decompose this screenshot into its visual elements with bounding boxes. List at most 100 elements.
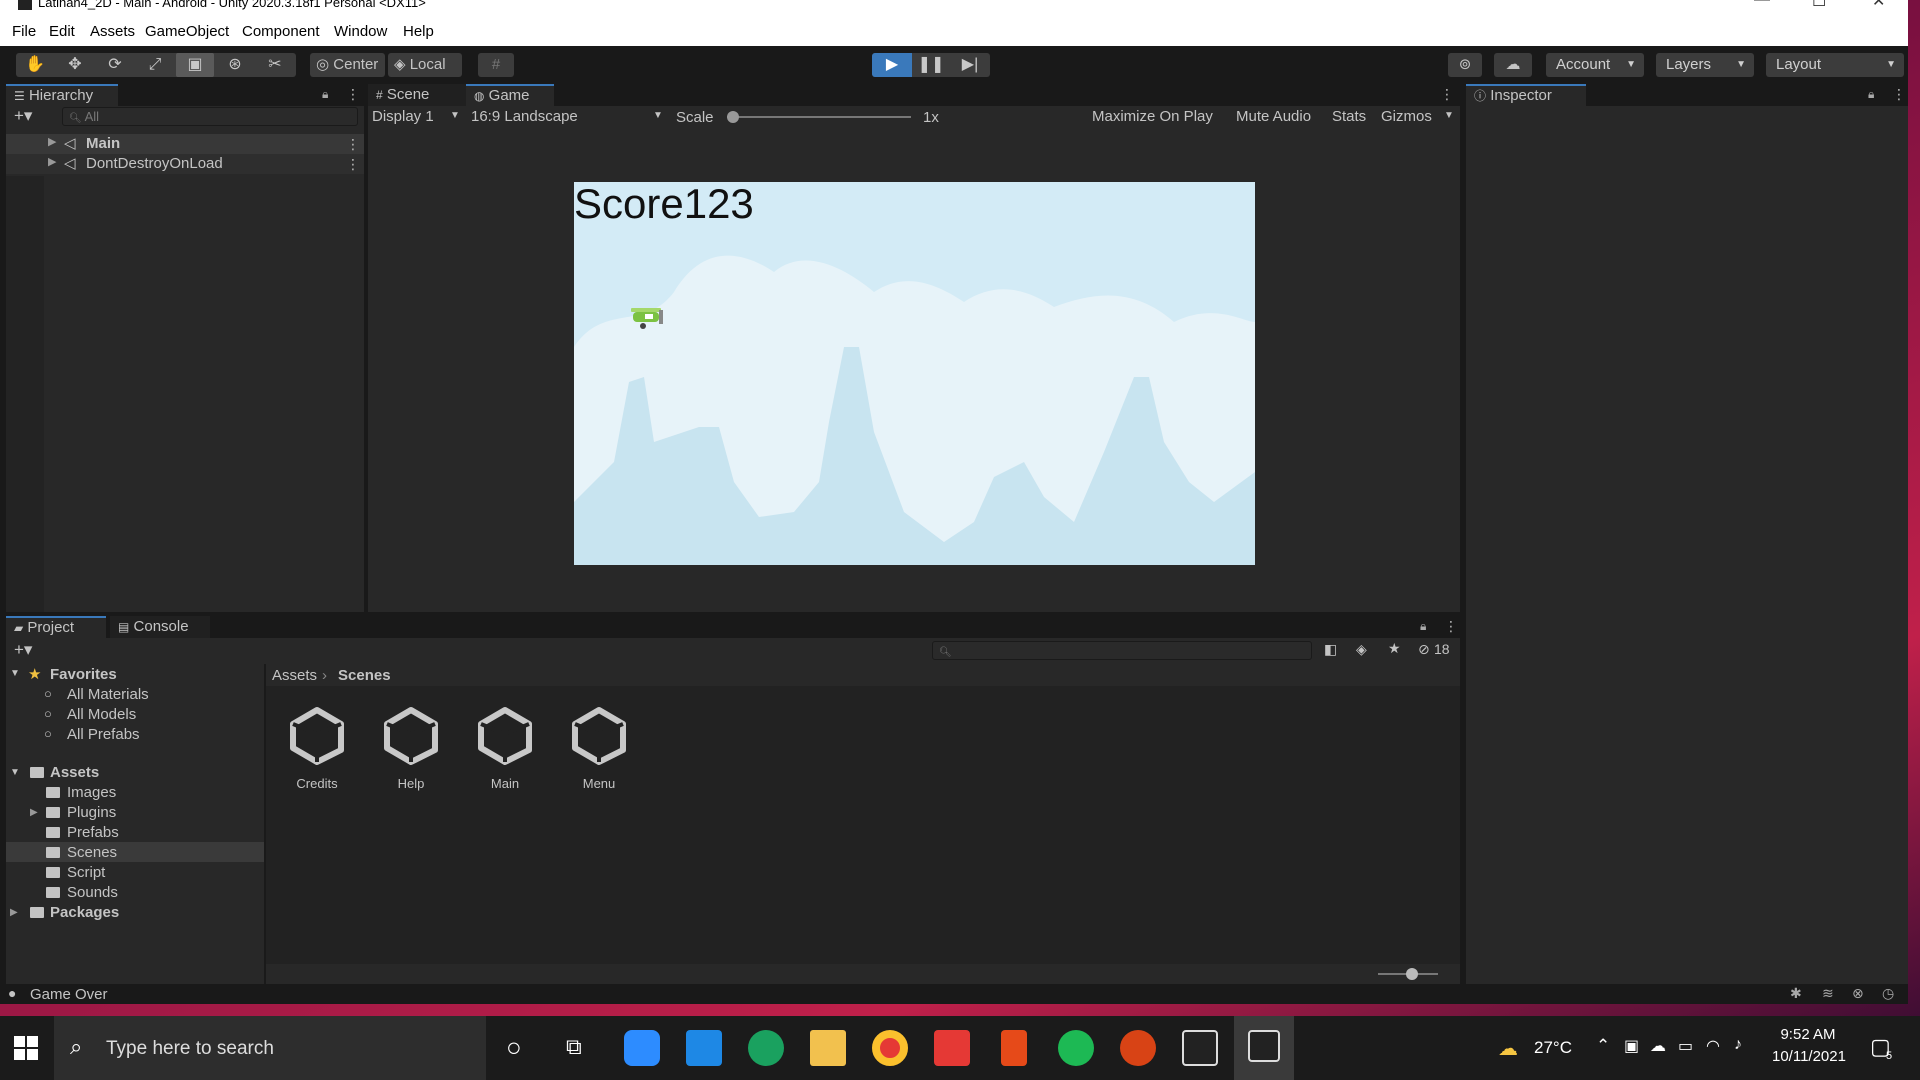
move-tool-icon[interactable]: ✥ <box>56 53 94 77</box>
folder-script[interactable]: Script <box>67 864 105 881</box>
lock-icon[interactable]: 🔒︎ <box>322 87 328 102</box>
cortana-icon[interactable]: ○ <box>506 1032 522 1063</box>
chrome-profile-icon[interactable] <box>1120 1030 1156 1066</box>
bug-icon[interactable]: ✱ <box>1790 985 1802 1002</box>
wifi-icon[interactable]: ◠ <box>1706 1036 1720 1056</box>
favorite-all-prefabs[interactable]: All Prefabs <box>67 726 140 743</box>
collab-icon[interactable]: ⊚ <box>1448 53 1482 77</box>
custom-tool-icon[interactable]: ✂ <box>256 53 294 77</box>
tab-hierarchy[interactable]: ☰ Hierarchy <box>6 84 118 106</box>
file-explorer-icon[interactable] <box>810 1030 846 1066</box>
layout-dropdown[interactable]: Layout ▼ <box>1766 53 1904 77</box>
scene-asset-credits[interactable]: Credits <box>286 704 348 794</box>
space-local-button[interactable]: ◈ Local <box>388 53 462 77</box>
more-options-icon[interactable]: ⋮ <box>346 156 360 173</box>
chevron-up-icon[interactable]: ⌃ <box>1596 1036 1610 1056</box>
icon-size-slider-handle[interactable] <box>1406 968 1418 980</box>
pause-button-icon[interactable]: ❚❚ <box>912 53 950 77</box>
hidden-eye-icon[interactable]: ⊘ <box>1418 641 1430 658</box>
expand-arrow-icon[interactable]: ▶ <box>48 135 56 148</box>
scene-asset-help[interactable]: Help <box>380 704 442 794</box>
cache-icon[interactable]: ⊗ <box>1852 985 1864 1002</box>
meet-icon[interactable]: ▣ <box>1624 1036 1639 1056</box>
project-search-input[interactable]: 🔍︎ <box>932 641 1312 660</box>
maximize-on-play-toggle[interactable]: Maximize On Play <box>1092 108 1213 125</box>
scene-asset-main[interactable]: Main <box>474 704 536 794</box>
chrome-icon[interactable] <box>872 1030 908 1066</box>
folder-sounds[interactable]: Sounds <box>67 884 118 901</box>
gizmos-toggle[interactable]: Gizmos <box>1381 108 1432 125</box>
scale-slider-handle[interactable] <box>727 111 739 123</box>
battery-icon[interactable]: ▭ <box>1678 1036 1693 1056</box>
status-message[interactable]: Game Over <box>30 986 108 1003</box>
folder-scenes[interactable]: Scenes <box>67 844 117 861</box>
hierarchy-search-input[interactable]: 🔍︎ All <box>62 107 358 126</box>
more-options-icon[interactable]: ⋮ <box>346 86 360 103</box>
packages-root[interactable]: Packages <box>50 904 119 921</box>
office-icon[interactable] <box>1001 1030 1027 1066</box>
tab-scene[interactable]: # Scene <box>368 84 466 106</box>
add-icon[interactable]: +▾ <box>14 640 32 660</box>
breadcrumb-assets[interactable]: Assets <box>272 667 317 684</box>
favorites-header[interactable]: Favorites <box>50 666 117 683</box>
star-icon[interactable]: ★ <box>1388 640 1401 657</box>
minimize-icon[interactable]: — <box>1754 0 1770 9</box>
assets-root[interactable]: Assets <box>50 764 99 781</box>
pivot-center-button[interactable]: ◎ Center <box>310 53 385 77</box>
windows-start-icon[interactable] <box>14 1036 38 1060</box>
onedrive-icon[interactable]: ☁ <box>1650 1036 1666 1056</box>
more-options-icon[interactable]: ⋮ <box>1440 86 1454 103</box>
tab-game[interactable]: ◍ Game <box>466 84 554 106</box>
game-viewport[interactable]: Score123 <box>574 182 1255 565</box>
menu-gameobject[interactable]: GameObject <box>145 23 229 40</box>
expand-arrow-icon[interactable]: ▼ <box>10 767 20 778</box>
unity-hub-icon[interactable] <box>1182 1030 1218 1066</box>
folder-plugins[interactable]: Plugins <box>67 804 116 821</box>
edge-icon[interactable] <box>748 1030 784 1066</box>
play-button-icon[interactable]: ▶ <box>872 53 912 77</box>
menu-edit[interactable]: Edit <box>49 23 75 40</box>
label-icon[interactable]: ◈ <box>1356 641 1367 658</box>
cloud-icon[interactable]: ☁ <box>1494 53 1532 77</box>
add-icon[interactable]: +▾ <box>14 106 32 126</box>
scale-slider-track[interactable] <box>727 116 911 118</box>
rotate-tool-icon[interactable]: ⟳ <box>96 53 134 77</box>
zoom-icon[interactable] <box>624 1030 660 1066</box>
grid-snap-icon[interactable]: # <box>478 53 514 77</box>
scene-asset-menu[interactable]: Menu <box>568 704 630 794</box>
breadcrumb-scenes[interactable]: Scenes <box>338 667 391 684</box>
menu-component[interactable]: Component <box>242 23 320 40</box>
menu-help[interactable]: Help <box>403 23 434 40</box>
menu-assets[interactable]: Assets <box>90 23 135 40</box>
filter-type-icon[interactable]: ◧ <box>1324 641 1337 658</box>
tab-console[interactable]: ▤ Console <box>110 616 210 638</box>
favorite-all-models[interactable]: All Models <box>67 706 136 723</box>
maximize-icon[interactable]: ☐ <box>1812 0 1826 11</box>
clock-time[interactable]: 9:52 AM <box>1778 1026 1838 1043</box>
tab-inspector[interactable]: ⓘ Inspector <box>1466 84 1586 106</box>
progress-icon[interactable]: ◷ <box>1882 985 1894 1002</box>
more-options-icon[interactable]: ⋮ <box>1444 618 1458 635</box>
expand-arrow-icon[interactable]: ▶ <box>48 155 56 168</box>
unity-editor-task[interactable] <box>1234 1016 1294 1080</box>
aspect-dropdown[interactable]: 16:9 Landscape <box>471 108 578 125</box>
mute-audio-toggle[interactable]: Mute Audio <box>1236 108 1311 125</box>
rect-tool-icon[interactable]: ▣ <box>176 53 214 77</box>
layers-dropdown[interactable]: Layers ▼ <box>1656 53 1754 77</box>
menu-window[interactable]: Window <box>334 23 387 40</box>
volume-icon[interactable]: ♪ <box>1734 1036 1742 1054</box>
transform-tool-icon[interactable]: ⊛ <box>216 53 254 77</box>
taskbar-search-box[interactable]: ⌕ Type here to search <box>54 1016 486 1080</box>
step-button-icon[interactable]: ▶| <box>950 53 990 77</box>
close-icon[interactable]: ✕ <box>1872 0 1885 11</box>
mail-icon[interactable] <box>686 1030 722 1066</box>
scale-tool-icon[interactable]: ⤢ <box>136 53 174 77</box>
expand-arrow-icon[interactable]: ▶ <box>30 807 38 818</box>
tab-project[interactable]: ▰ Project <box>6 616 106 638</box>
hand-tool-icon[interactable]: ✋ <box>16 53 54 77</box>
expand-arrow-icon[interactable]: ▼ <box>10 668 20 679</box>
spotify-icon[interactable] <box>1058 1030 1094 1066</box>
weather-temperature[interactable]: 27°C <box>1534 1038 1572 1058</box>
lock-icon[interactable]: 🔒︎ <box>1868 87 1874 102</box>
favorite-all-materials[interactable]: All Materials <box>67 686 149 703</box>
